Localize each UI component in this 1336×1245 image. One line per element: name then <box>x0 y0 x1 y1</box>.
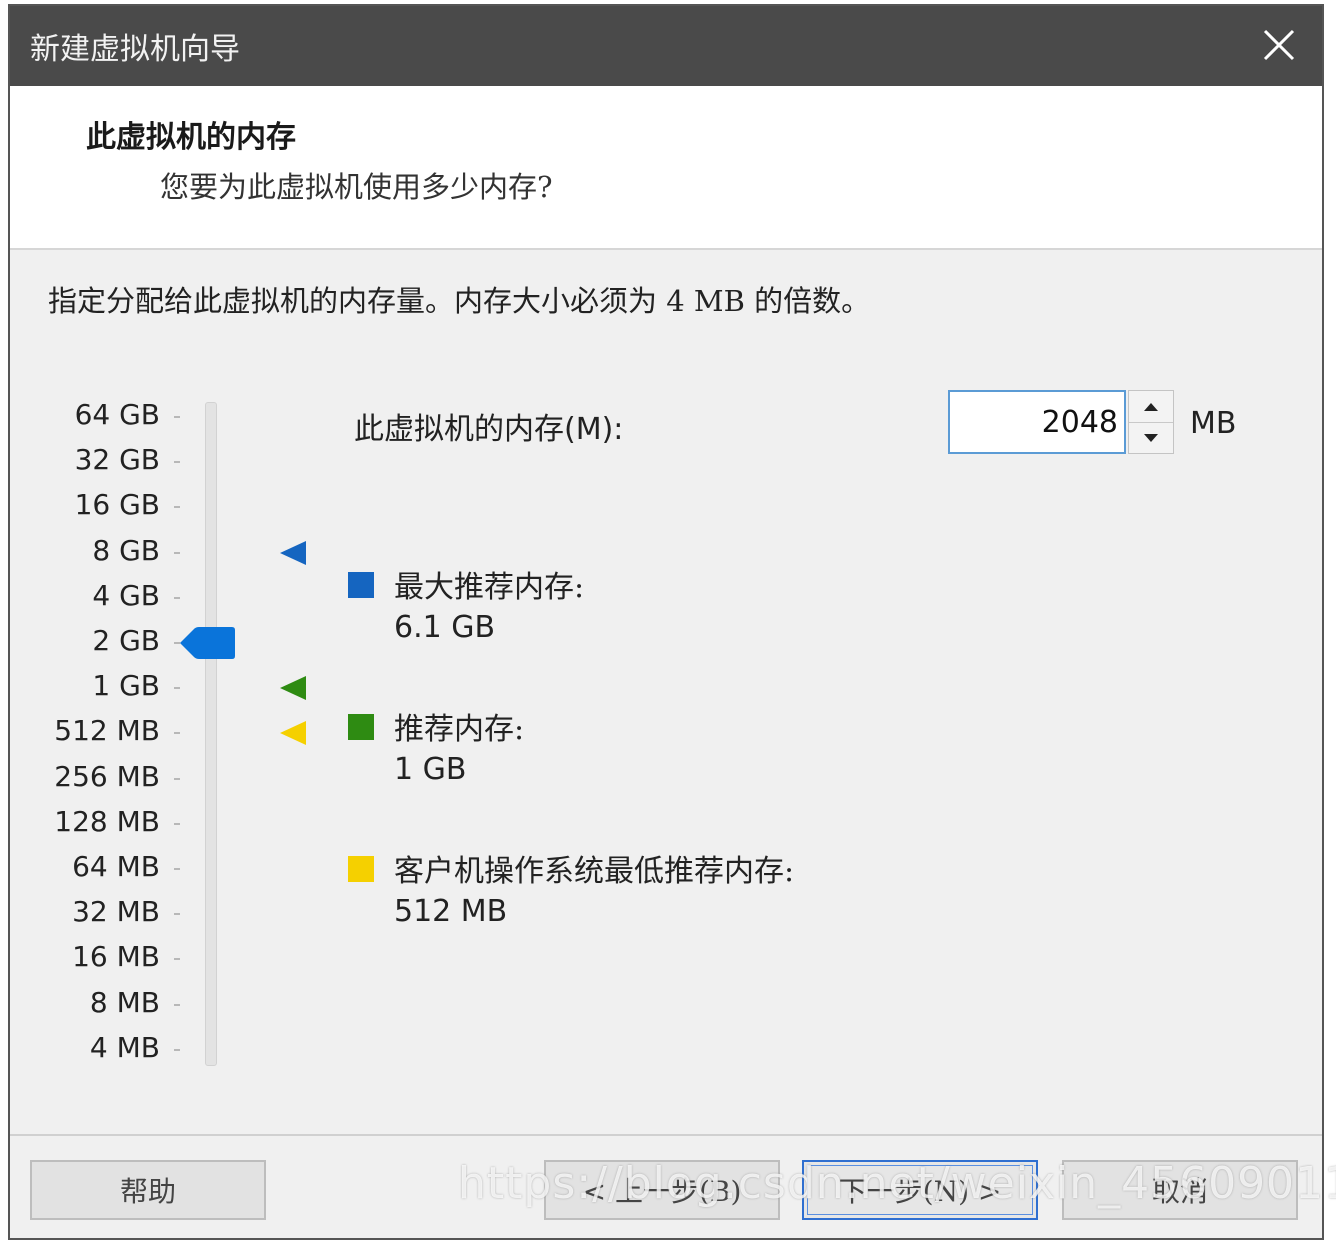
scale-label: 64 MB <box>72 850 160 883</box>
scale-label: 4 MB <box>89 1030 160 1064</box>
scale-label: 128 MB <box>54 804 160 838</box>
scale-tick <box>174 1003 180 1006</box>
scale-tick <box>174 551 180 554</box>
scale-tick <box>174 822 180 825</box>
cancel-button[interactable]: 取消 <box>1062 1160 1298 1220</box>
scale-tick <box>174 596 180 599</box>
max-recommended-swatch <box>348 572 374 598</box>
scale-label: 16 MB <box>72 940 160 974</box>
memory-field-label: 此虚拟机的内存(M): <box>354 412 624 447</box>
max-recommended-marker <box>280 540 306 565</box>
memory-stepper <box>1128 390 1174 454</box>
scale-label: 16 GB <box>74 488 160 522</box>
scale-label: 8 MB <box>89 985 160 1019</box>
stepper-up-button[interactable] <box>1129 391 1173 423</box>
scale-tick <box>174 732 180 735</box>
close-icon <box>1263 29 1295 61</box>
scale-tick <box>174 777 180 780</box>
stepper-down-button[interactable] <box>1129 422 1173 453</box>
scale-label: 8 GB <box>92 533 160 567</box>
max-recommended-label: 最大推荐内存: <box>394 570 585 605</box>
close-button[interactable] <box>1254 20 1304 70</box>
min-recommended-marker <box>280 721 306 746</box>
scale-tick <box>174 461 180 464</box>
min-recommended-value: 512 MB <box>394 894 508 929</box>
page-title: 此虚拟机的内存 <box>86 120 296 155</box>
wizard-header: 此虚拟机的内存 您要为此虚拟机使用多少内存? <box>10 86 1322 250</box>
scale-tick <box>174 913 180 916</box>
memory-input[interactable] <box>948 390 1126 454</box>
scale-label: 64 GB <box>74 398 160 431</box>
instruction-text: 指定分配给此虚拟机的内存量。内存大小必须为 4 MB 的倍数。 <box>48 284 871 318</box>
memory-slider-thumb[interactable] <box>180 626 236 660</box>
window-title: 新建虚拟机向导 <box>30 32 240 67</box>
back-button[interactable]: < 上一步(B) <box>544 1160 780 1220</box>
next-button[interactable]: 下一步(N) > <box>802 1160 1038 1220</box>
recommended-marker <box>280 676 306 701</box>
scale-tick <box>174 868 180 870</box>
recommended-value: 1 GB <box>394 752 467 787</box>
scale-tick <box>174 958 180 961</box>
memory-slider-track[interactable] <box>205 402 217 1066</box>
scale-label: 1 GB <box>92 669 160 703</box>
scale-label: 32 GB <box>74 443 160 477</box>
memory-unit: MB <box>1190 406 1237 441</box>
page-subtitle: 您要为此虚拟机使用多少内存? <box>160 170 553 204</box>
help-button[interactable]: 帮助 <box>30 1160 266 1220</box>
spin-up-icon <box>1144 402 1158 411</box>
scale-tick <box>174 1048 180 1051</box>
max-recommended-value: 6.1 GB <box>394 610 496 645</box>
scale-label: 2 GB <box>92 624 160 657</box>
min-recommended-label: 客户机操作系统最低推荐内存: <box>394 854 795 889</box>
scale-tick <box>174 416 180 418</box>
scale-label: 4 GB <box>92 578 160 612</box>
recommended-label: 推荐内存: <box>394 712 525 747</box>
wizard-window: 新建虚拟机向导 此虚拟机的内存 您要为此虚拟机使用多少内存? 指定分配给此虚拟机… <box>8 4 1336 1240</box>
scale-tick <box>174 506 180 509</box>
recommended-swatch <box>348 714 374 740</box>
scale-label: 512 MB <box>54 714 160 748</box>
scale-tick <box>174 687 180 690</box>
footer-divider <box>10 1134 1322 1136</box>
scale-label: 256 MB <box>54 759 160 793</box>
scale-label: 32 MB <box>72 895 160 929</box>
min-recommended-swatch <box>348 856 374 882</box>
spin-down-icon <box>1144 433 1158 442</box>
title-bar: 新建虚拟机向导 <box>10 6 1322 86</box>
